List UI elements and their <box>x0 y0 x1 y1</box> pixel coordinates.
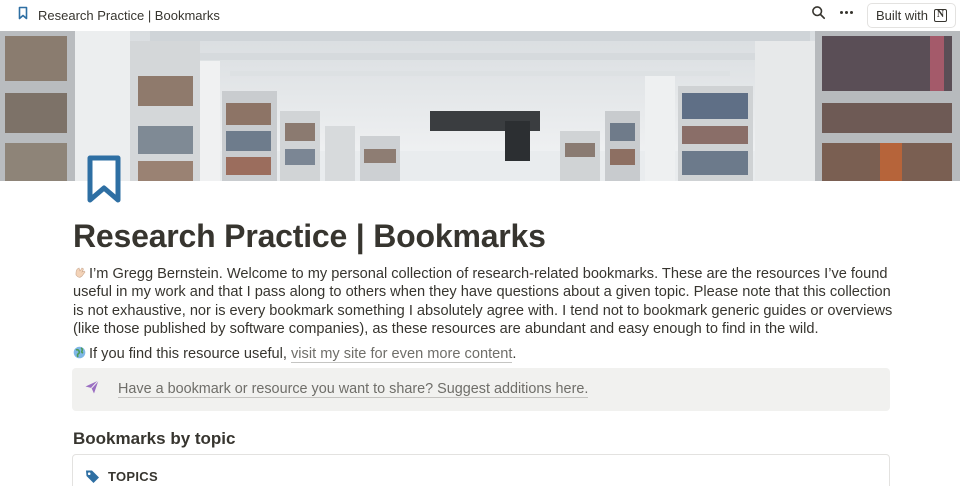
topics-database[interactable]: TOPICS <box>72 454 890 486</box>
intro-text: I’m Gregg Bernstein. Welcome to my perso… <box>73 266 893 338</box>
breadcrumb-title: Research Practice | Bookmarks <box>38 8 220 23</box>
search-button[interactable] <box>805 2 833 28</box>
suggest-callout: Have a bookmark or resource you want to … <box>72 368 890 411</box>
notion-logo-icon: N <box>934 8 947 22</box>
topics-database-title: TOPICS <box>108 469 158 484</box>
resource-line: If you find this resource useful, visit … <box>73 345 516 363</box>
page-title: Research Practice | Bookmarks <box>73 218 546 254</box>
visit-site-link[interactable]: visit my site for even more content <box>291 346 513 363</box>
more-icon <box>839 5 854 25</box>
intro-paragraph: I’m Gregg Bernstein. Welcome to my perso… <box>73 265 893 339</box>
cover-image <box>0 31 960 181</box>
search-icon <box>811 5 826 25</box>
suggest-additions-link[interactable]: Have a bookmark or resource you want to … <box>118 381 589 398</box>
bookmarks-by-topic-heading: Bookmarks by topic <box>73 429 236 448</box>
page-bookmark-icon <box>86 155 122 203</box>
breadcrumb[interactable]: Research Practice | Bookmarks <box>12 5 224 27</box>
more-options-button[interactable] <box>833 2 861 28</box>
resource-suffix: . <box>512 346 517 362</box>
waving-hand-icon <box>73 266 86 279</box>
bookmark-icon <box>16 6 30 25</box>
built-with-notion-button[interactable]: Built with N <box>866 2 956 28</box>
tag-icon <box>85 469 100 486</box>
paper-plane-icon <box>84 379 100 400</box>
top-bar: Research Practice | Bookmarks Built with… <box>0 0 960 31</box>
built-with-label: Built with <box>875 7 928 23</box>
resource-prefix: If you find this resource useful, <box>89 346 287 362</box>
globe-icon <box>73 346 86 359</box>
